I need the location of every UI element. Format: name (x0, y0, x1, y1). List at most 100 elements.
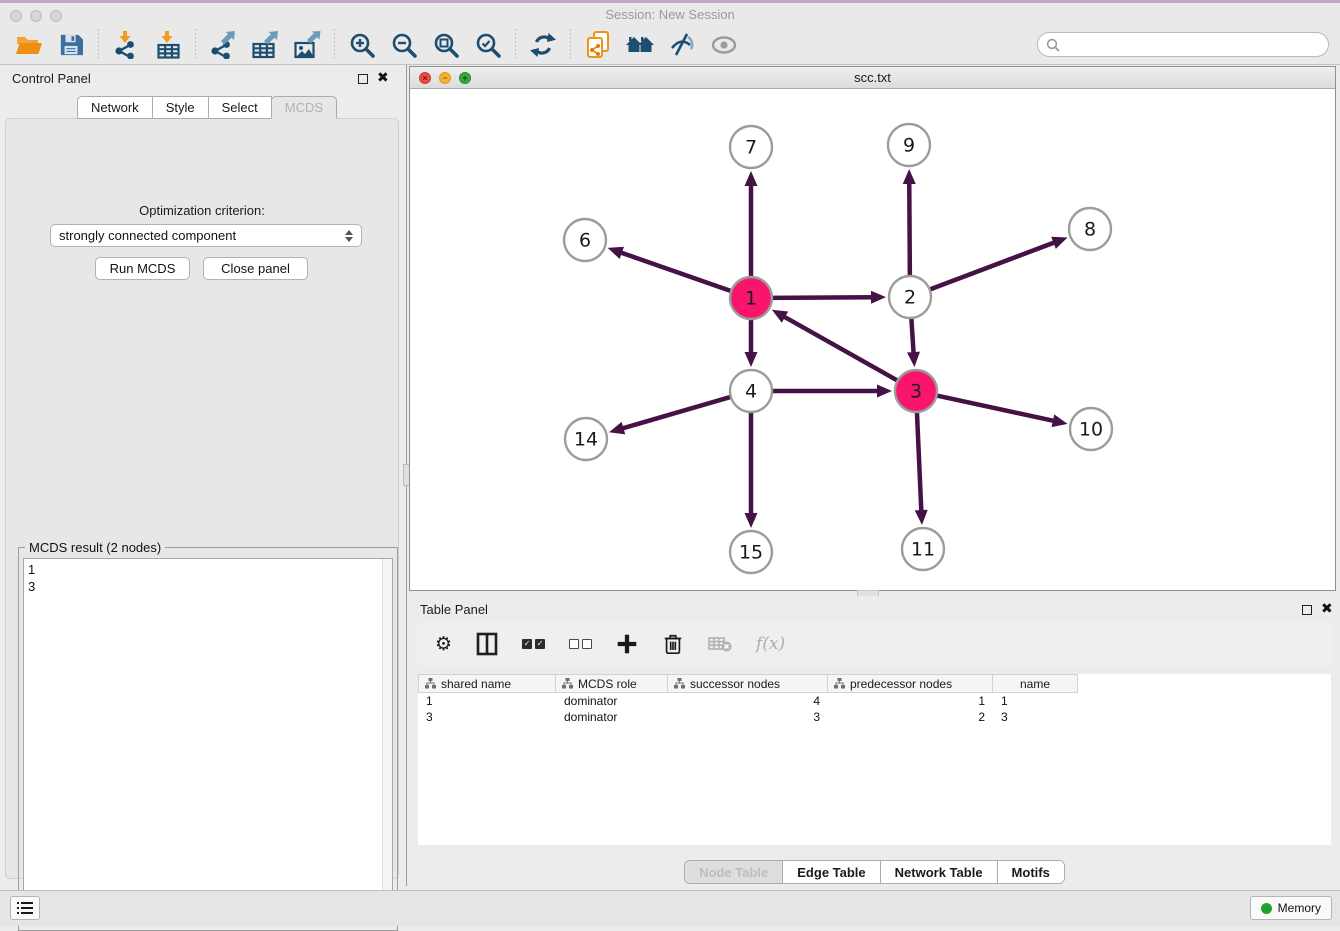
run-mcds-button[interactable]: Run MCDS (95, 257, 190, 280)
main-titlebar: Session: New Session (0, 3, 1340, 26)
graph-edge-2-3[interactable] (911, 316, 913, 355)
edge-arrowhead (608, 247, 624, 259)
mcds-result-text: 1 3 (24, 559, 392, 597)
column-sort-icon (834, 678, 845, 689)
import-network-icon[interactable] (110, 30, 142, 60)
show-panel-eye-icon[interactable] (708, 30, 740, 60)
column-label: MCDS role (578, 677, 637, 691)
tab-network-table[interactable]: Network Table (880, 861, 997, 883)
open-session-icon[interactable] (13, 30, 45, 60)
toolbar-separator (195, 29, 196, 61)
search-input[interactable] (1065, 38, 1328, 52)
tab-edge-table[interactable]: Edge Table (782, 861, 879, 883)
tab-node-table[interactable]: Node Table (685, 861, 782, 883)
cell-successor-nodes[interactable]: 3 (668, 709, 828, 725)
column-header-shared-name[interactable]: shared name (418, 674, 556, 693)
close-panel-icon[interactable]: ✖ (377, 69, 389, 86)
network-window-titlebar[interactable]: × − + scc.txt (410, 67, 1335, 89)
column-label: shared name (441, 677, 511, 691)
column-header-successor-nodes[interactable]: successor nodes (668, 674, 828, 693)
graph-edge-1-2[interactable] (770, 297, 874, 298)
cell-predecessor-nodes[interactable]: 1 (828, 693, 993, 709)
table-row[interactable]: 1dominator411 (418, 693, 1331, 709)
column-header-predecessor-nodes[interactable]: predecessor nodes (828, 674, 993, 693)
home-icon[interactable] (624, 30, 656, 60)
column-header-mcds-role[interactable]: MCDS role (556, 674, 668, 693)
memory-label: Memory (1278, 901, 1321, 915)
export-table-icon[interactable] (249, 30, 281, 60)
graph-edge-3-10[interactable] (935, 395, 1056, 421)
optimization-criterion-label: Optimization criterion: (6, 203, 398, 218)
tab-network[interactable]: Network (77, 96, 153, 119)
control-panel-tabs: NetworkStyleSelectMCDS (77, 96, 337, 119)
show-columns-icon[interactable] (476, 632, 498, 656)
tab-select[interactable]: Select (208, 96, 272, 119)
node-label-8: 8 (1084, 219, 1096, 241)
cell-mcds-role[interactable]: dominator (556, 709, 668, 725)
node-label-7: 7 (745, 137, 757, 159)
graph-edge-4-14[interactable] (621, 396, 733, 429)
graph-edge-2-9[interactable] (909, 181, 910, 278)
graph-edge-1-6[interactable] (619, 252, 733, 292)
network-window-title: scc.txt (410, 70, 1335, 85)
tab-motifs[interactable]: Motifs (997, 861, 1064, 883)
search-icon (1046, 38, 1060, 52)
result-scrollbar[interactable] (382, 559, 392, 925)
zoom-in-icon[interactable] (346, 30, 378, 60)
task-history-button[interactable] (10, 896, 40, 920)
column-sort-icon (425, 678, 436, 689)
table-row[interactable]: 3dominator323 (418, 709, 1331, 725)
memory-status-icon (1261, 903, 1272, 914)
mcds-result-groupbox: MCDS result (2 nodes) 1 3 (18, 547, 398, 931)
apply-layout-icon[interactable] (527, 30, 559, 60)
graph-edge-3-1[interactable] (782, 316, 899, 382)
float-panel-icon[interactable] (358, 74, 368, 84)
export-image-icon[interactable] (291, 30, 323, 60)
edge-arrowhead (877, 385, 892, 398)
cell-shared-name[interactable]: 3 (418, 709, 556, 725)
graph-edge-3-11[interactable] (917, 410, 922, 513)
close-table-panel-icon[interactable]: ✖ (1321, 600, 1333, 617)
zoom-selected-icon[interactable] (472, 30, 504, 60)
node-label-3: 3 (910, 381, 922, 403)
window-title: Session: New Session (0, 7, 1340, 22)
clone-network-icon[interactable] (582, 30, 614, 60)
add-column-icon[interactable] (616, 633, 638, 655)
cell-predecessor-nodes[interactable]: 2 (828, 709, 993, 725)
edge-arrowhead (871, 291, 886, 304)
table-settings-icon[interactable]: ⚙ (435, 635, 452, 654)
control-panel-title: Control Panel (12, 71, 91, 86)
zoom-fit-icon[interactable] (430, 30, 462, 60)
zoom-out-icon[interactable] (388, 30, 420, 60)
memory-button[interactable]: Memory (1250, 896, 1332, 920)
hide-panel-eye-icon[interactable] (666, 30, 698, 60)
cell-successor-nodes[interactable]: 4 (668, 693, 828, 709)
cell-name[interactable]: 3 (993, 709, 1078, 725)
mcds-result-textarea[interactable]: 1 3 (23, 558, 393, 926)
node-table-header: shared name MCDS role successor nodes prede… (418, 674, 1331, 693)
graph-edge-2-8[interactable] (928, 242, 1057, 291)
save-session-icon[interactable] (55, 30, 87, 60)
import-table-icon[interactable] (152, 30, 184, 60)
column-label: successor nodes (690, 677, 780, 691)
application-window: Session: New Session (0, 0, 1340, 926)
optimization-criterion-dropdown[interactable]: strongly connected component (50, 224, 362, 247)
delete-column-icon[interactable] (662, 632, 684, 656)
tab-mcds[interactable]: MCDS (271, 96, 337, 119)
select-all-columns-icon[interactable]: ✓✓ (522, 639, 545, 649)
close-panel-button[interactable]: Close panel (203, 257, 308, 280)
list-icon (17, 901, 33, 915)
network-canvas[interactable]: 7968124314101511 (410, 89, 1335, 590)
cell-shared-name[interactable]: 1 (418, 693, 556, 709)
float-table-panel-icon[interactable] (1302, 605, 1312, 615)
deselect-all-columns-icon[interactable] (569, 639, 592, 649)
search-box[interactable] (1037, 32, 1329, 57)
delete-table-icon (708, 635, 732, 653)
function-builder-icon: f(x) (756, 634, 785, 654)
cell-mcds-role[interactable]: dominator (556, 693, 668, 709)
tab-style[interactable]: Style (152, 96, 209, 119)
export-network-icon[interactable] (207, 30, 239, 60)
column-header-name[interactable]: name (993, 674, 1078, 693)
cell-name[interactable]: 1 (993, 693, 1078, 709)
edge-arrowhead (915, 510, 928, 525)
